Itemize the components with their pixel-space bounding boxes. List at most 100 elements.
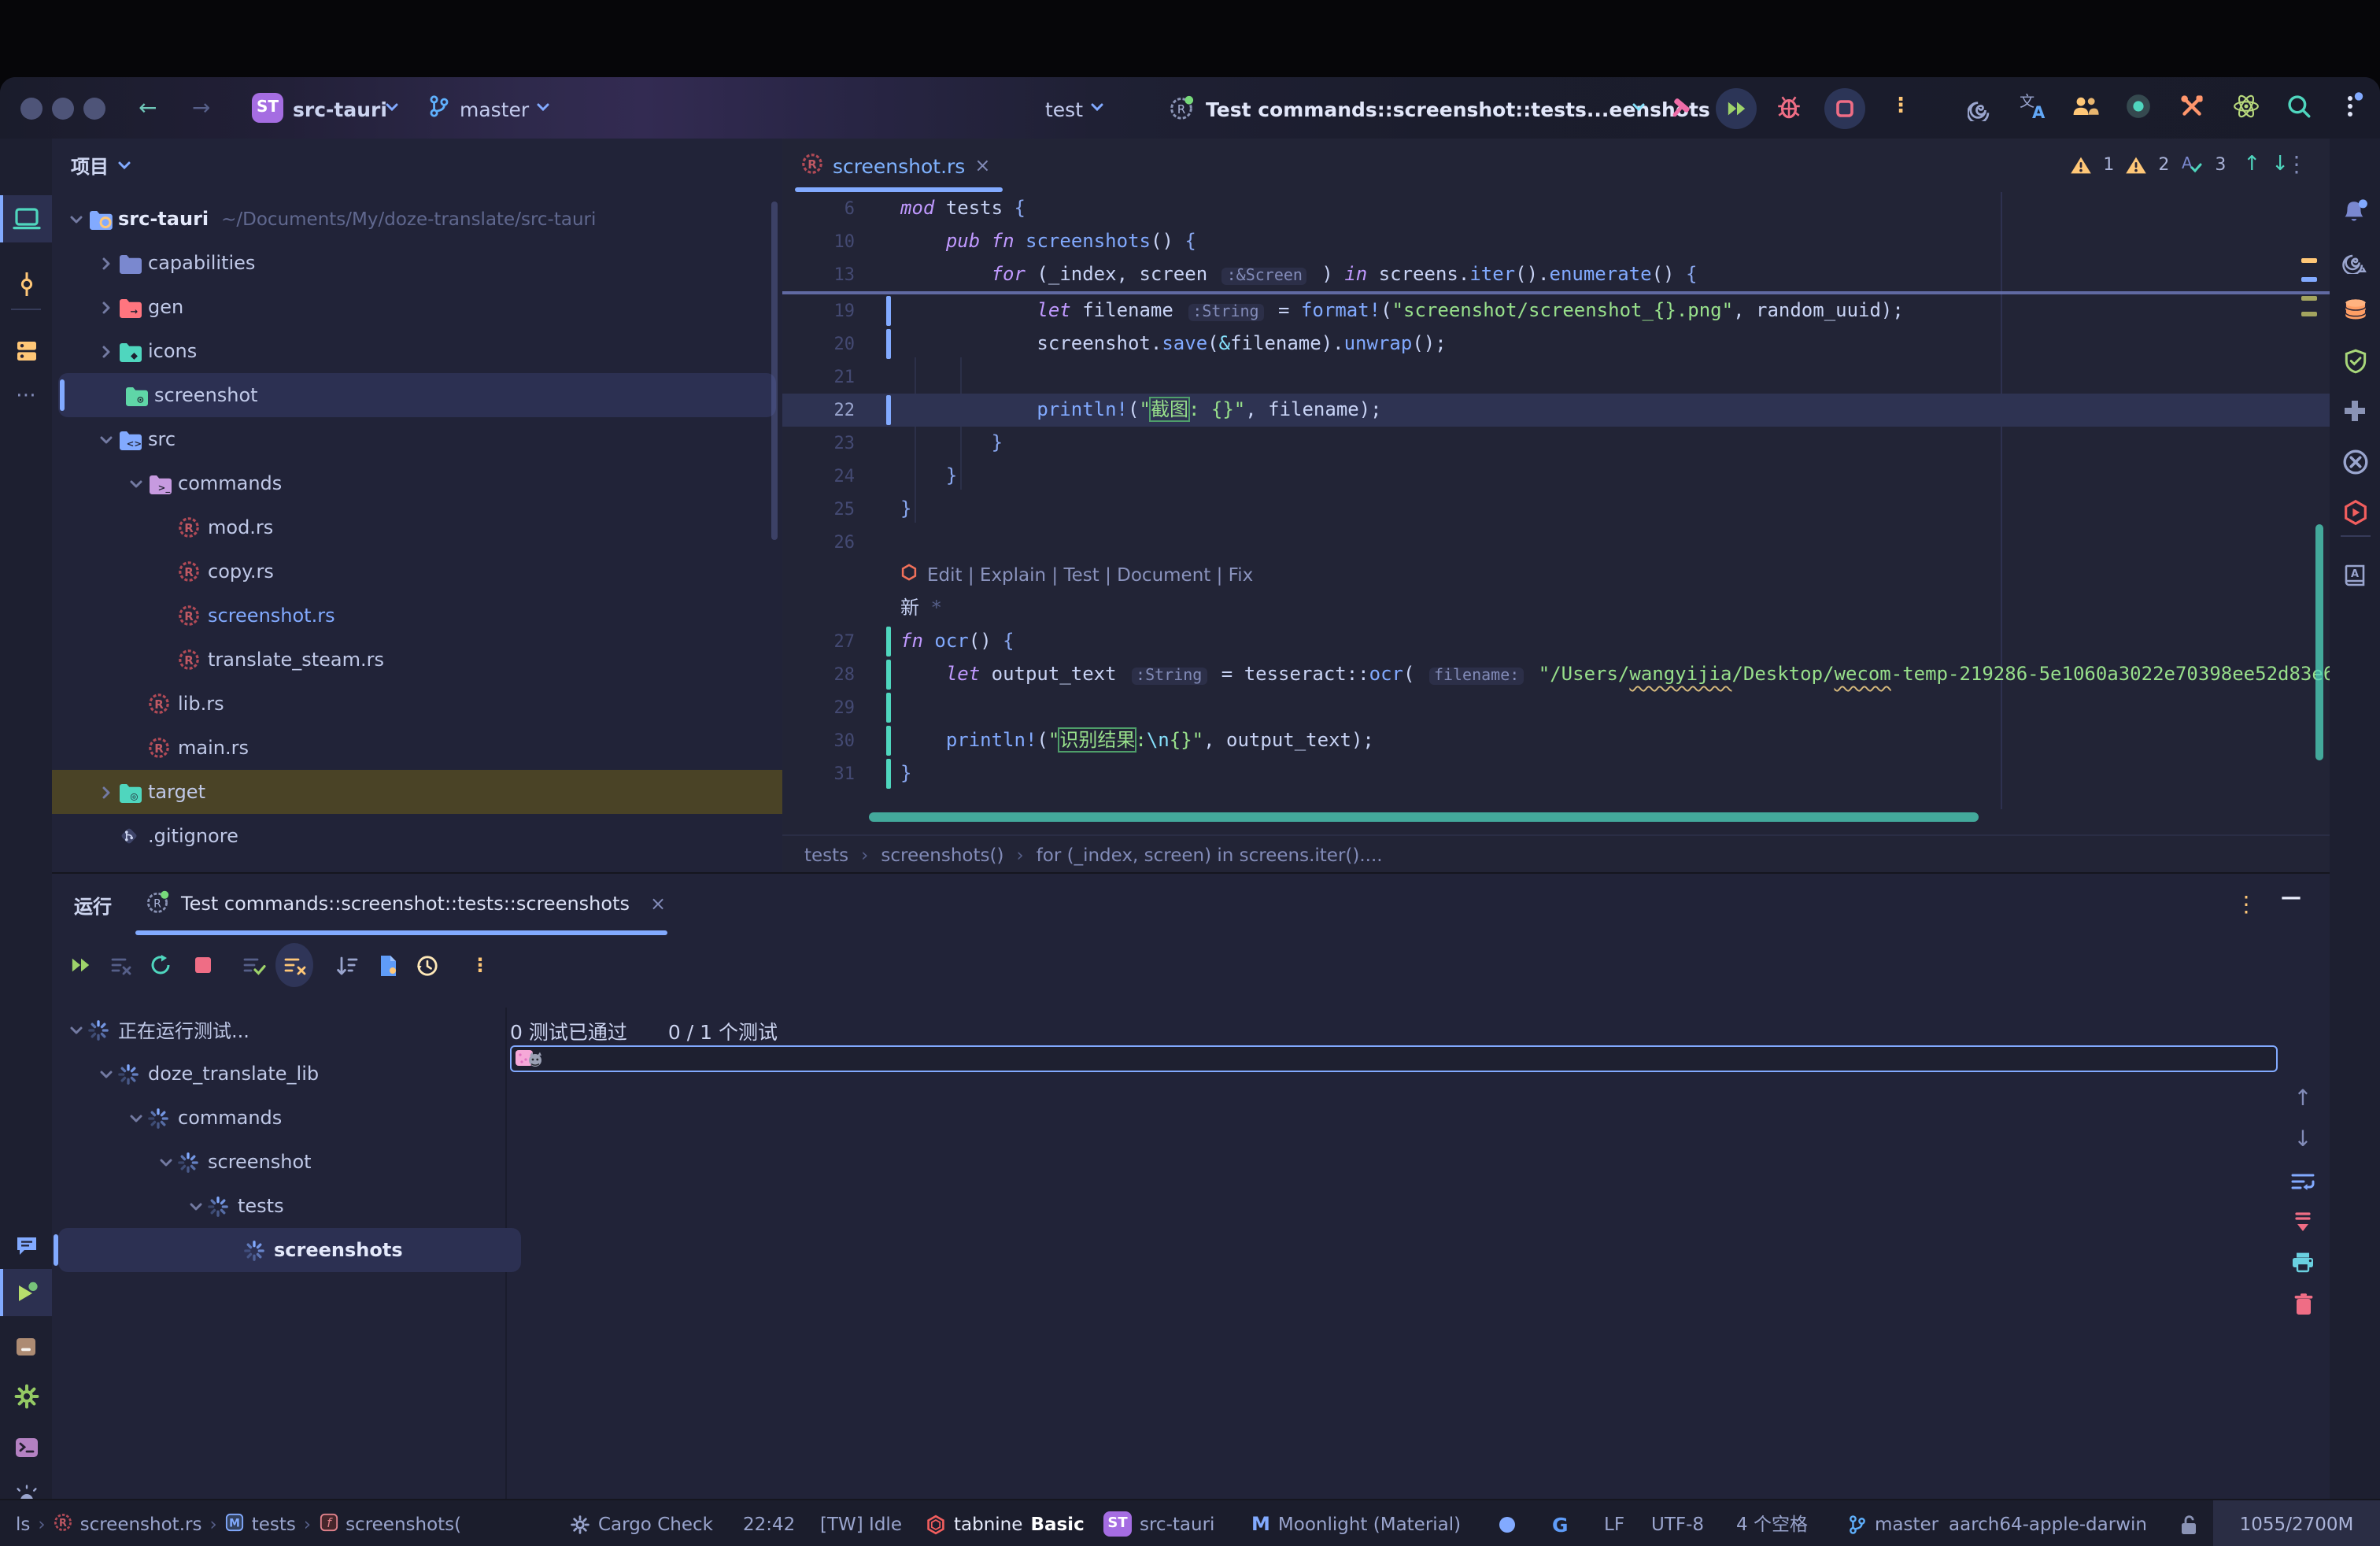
translate-icon[interactable]: 文A [2018, 91, 2048, 117]
test-history-icon[interactable] [408, 943, 445, 987]
crumb-function[interactable]: screenshots( [346, 1513, 461, 1535]
scroll-up-icon[interactable]: ↑ [2282, 1080, 2323, 1118]
branch-widget[interactable]: master [1848, 1500, 1938, 1546]
indent-widget[interactable]: 4 个空格 [1736, 1500, 1808, 1546]
test-tree-item-doze-translate-lib[interactable]: doze_translate_lib [52, 1052, 524, 1096]
show-passed-icon[interactable] [235, 943, 272, 987]
code-line-31[interactable]: 31} [782, 757, 2330, 790]
chevron-open-icon[interactable] [154, 1151, 178, 1173]
stop-button[interactable] [1824, 88, 1865, 129]
code-line-25[interactable]: 25} [782, 493, 2330, 526]
chevron-open-icon[interactable] [124, 472, 148, 494]
more-options-kebab-icon[interactable]: ⋮ [461, 943, 499, 987]
rerun-button[interactable] [1716, 88, 1757, 129]
vertical-scrollbar[interactable] [2315, 524, 2323, 760]
tools-icon[interactable] [2179, 93, 2205, 118]
test-tree-item-正在运行测试[interactable]: 正在运行测试... [52, 1008, 524, 1052]
project-tree-item-src[interactable]: <>src [52, 417, 782, 461]
ai-lens-actions[interactable]: Edit | Explain | Test | Document | Fix [927, 559, 1253, 592]
code-line-x[interactable]: 新 * [782, 592, 2330, 625]
chevron-closed-icon[interactable] [94, 340, 118, 362]
editor-options-kebab-icon[interactable]: ⋮ [2286, 153, 2308, 178]
chevron-closed-icon[interactable] [94, 296, 118, 318]
code-line-29[interactable]: 29 [782, 691, 2330, 724]
project-tree-item-translate-steam-rs[interactable]: Rtranslate_steam.rs [52, 638, 782, 682]
chevron-closed-icon[interactable] [94, 781, 118, 803]
nav-back-icon[interactable]: ← [139, 96, 157, 121]
minimize-window-button[interactable] [52, 98, 74, 120]
dictionary-book-icon[interactable]: A [2330, 551, 2380, 598]
test-tree-item-tests[interactable]: tests [52, 1184, 524, 1228]
search-everywhere-icon[interactable] [2286, 93, 2312, 118]
test-tree-item-commands[interactable]: commands [52, 1096, 524, 1140]
project-tree-item-gen[interactable]: →gen [52, 285, 782, 329]
code-line-23[interactable]: 23 } [782, 427, 2330, 460]
target-arch-widget[interactable]: aarch64-apple-darwin [1949, 1500, 2147, 1546]
code-line-28[interactable]: 28 let output_text :String = tesseract::… [782, 658, 2330, 691]
project-tree-item-gitignore[interactable]: .gitignore [52, 814, 782, 858]
theme-widget[interactable]: M Moonlight (Material) [1251, 1500, 1461, 1546]
project-tree-item-target[interactable]: ◎target [52, 770, 782, 814]
chevron-open-icon[interactable] [94, 428, 118, 450]
chevron-open-icon[interactable] [184, 1195, 208, 1217]
project-scrollbar[interactable] [771, 202, 778, 540]
run-tab[interactable]: R Test commands::screenshot::tests::scre… [135, 880, 675, 927]
soft-wrap-icon[interactable] [2282, 1162, 2323, 1200]
project-tree-item-main-rs[interactable]: Rmain.rs [52, 726, 782, 770]
project-widget[interactable]: ST src-tauri [1103, 1500, 1214, 1546]
inspections-widget[interactable]: 1 2 A 3 ↑ ↓ [2070, 153, 2289, 176]
screen-record-icon[interactable] [2125, 93, 2152, 118]
next-problem-arrow-icon[interactable]: ↓ [2271, 153, 2289, 176]
notes-tool-button[interactable] [0, 1222, 52, 1269]
terminal-tool-button[interactable] [0, 1423, 52, 1470]
close-tab-icon[interactable]: × [650, 893, 666, 915]
commit-tool-button[interactable] [0, 260, 52, 307]
project-tree-item-copy-rs[interactable]: Rcopy.rs [52, 549, 782, 594]
stripe-typo-mark[interactable] [2301, 312, 2317, 316]
print-icon[interactable] [2282, 1244, 2323, 1282]
code-line-24[interactable]: 24 } [782, 460, 2330, 493]
project-tree-item-icons[interactable]: ◆icons [52, 329, 782, 373]
prev-problem-arrow-icon[interactable]: ↑ [2243, 153, 2260, 176]
stripe-warning-mark[interactable] [2301, 258, 2317, 263]
stripe-typo-mark[interactable] [2301, 296, 2317, 301]
crumb-root[interactable]: ls [16, 1513, 30, 1535]
ai-spiral-icon[interactable] [1968, 94, 1994, 120]
test-tree-item-screenshots[interactable]: screenshots [58, 1228, 521, 1272]
run-more-kebab-icon[interactable]: ⋮ [1890, 94, 1911, 120]
tabnine-widget[interactable]: tabnine Basic [926, 1500, 1085, 1546]
security-shield-icon[interactable] [2330, 337, 2380, 384]
crumb-file[interactable]: screenshot.rs [80, 1513, 202, 1535]
plugin-plus-icon[interactable] [2330, 387, 2380, 435]
minimize-panel-icon[interactable]: — [2281, 886, 2301, 910]
close-tab-icon[interactable]: × [974, 154, 990, 176]
project-tree-item-screenshot[interactable]: ⊙screenshot [58, 373, 776, 417]
horizontal-scrollbar[interactable] [869, 812, 1979, 822]
status-breadcrumbs[interactable]: ls › R screenshot.rs › M tests › f scree… [16, 1500, 461, 1546]
scroll-down-icon[interactable]: ↓ [2282, 1121, 2323, 1159]
hexagon-plugin-icon[interactable] [2330, 488, 2380, 535]
ai-lens-line[interactable]: Edit | Explain | Test | Document | Fix [782, 559, 2330, 592]
chevron-open-icon[interactable] [124, 1107, 148, 1129]
more-tools-button[interactable]: ⋯ [0, 372, 52, 419]
line-ending-widget[interactable]: LF [1604, 1500, 1624, 1546]
show-failed-icon[interactable] [275, 943, 313, 987]
code-line-20[interactable]: 20 screenshot.save(&filename).unwrap(); [782, 327, 2330, 361]
memory-indicator[interactable]: 1055/2700M [2213, 1500, 2380, 1546]
code-line-27[interactable]: 27fn ocr() { [782, 625, 2330, 658]
breadcrumb-item[interactable]: tests [804, 844, 848, 866]
project-tree-item-src-tauri[interactable]: src-tauri~/Documents/My/doze-translate/s… [52, 197, 782, 241]
code-line-26[interactable]: 26 [782, 526, 2330, 559]
code-line-22[interactable]: 22 println!("截图: {}", filename); [782, 394, 2330, 427]
editor-tab-screenshot-rs[interactable]: R screenshot.rs × [795, 139, 996, 192]
run-profile-selector[interactable]: test [1045, 98, 1083, 123]
rerun-tests-icon[interactable] [61, 943, 99, 987]
notifications-bell-icon[interactable] [2330, 187, 2380, 235]
branch-selector[interactable]: master [460, 98, 529, 123]
chevron-closed-icon[interactable] [94, 252, 118, 274]
crumb-module[interactable]: tests [252, 1513, 296, 1535]
breadcrumb-item[interactable]: for (_index, screen) in screens.iter()..… [1037, 844, 1383, 866]
debug-bug-icon[interactable] [1776, 93, 1802, 118]
nav-forward-icon[interactable]: → [192, 96, 210, 121]
code-area[interactable]: 6mod tests {10 pub fn screenshots() {13 … [782, 192, 2330, 809]
